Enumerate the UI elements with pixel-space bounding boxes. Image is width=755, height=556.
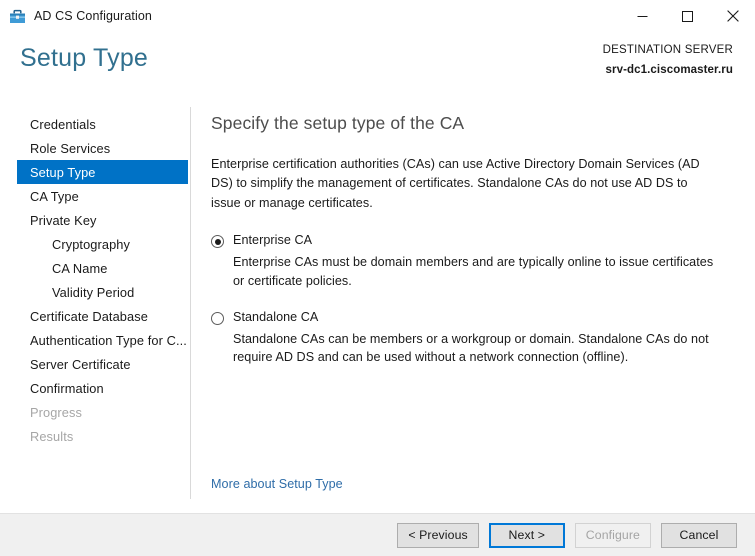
option-standalone-ca-label: Standalone CA (233, 310, 318, 326)
sidebar-item-results: Results (0, 424, 188, 448)
adcs-config-icon (9, 8, 26, 25)
sidebar-item-label: Certificate Database (30, 309, 148, 324)
page-header: Setup Type DESTINATION SERVER srv-dc1.ci… (0, 32, 755, 105)
sidebar-item-validity-period[interactable]: Validity Period (0, 280, 188, 304)
sidebar-item-setup-type[interactable]: Setup Type (17, 160, 188, 184)
sidebar-item-label: Confirmation (30, 381, 104, 396)
sidebar-item-progress: Progress (0, 400, 188, 424)
sidebar-item-label: CA Type (30, 189, 79, 204)
wizard-footer: < Previous Next > Configure Cancel (0, 513, 755, 556)
option-enterprise-ca[interactable]: Enterprise CA Enterprise CAs must be dom… (211, 233, 725, 291)
next-button[interactable]: Next > (489, 523, 565, 548)
sidebar-item-label: Private Key (30, 213, 97, 228)
sidebar-item-label: Role Services (30, 141, 110, 156)
page-title: Setup Type (20, 45, 148, 73)
window-title: AD CS Configuration (34, 9, 152, 23)
sidebar-item-role-services[interactable]: Role Services (0, 136, 188, 160)
sidebar-item-label: Credentials (30, 117, 96, 132)
sidebar-item-credentials[interactable]: Credentials (0, 112, 188, 136)
sidebar-item-ca-name[interactable]: CA Name (0, 256, 188, 280)
body-area: Credentials Role Services Setup Type CA … (0, 105, 755, 513)
minimize-icon[interactable] (620, 0, 665, 32)
content-description: Enterprise certification authorities (CA… (211, 155, 716, 214)
sidebar-item-private-key[interactable]: Private Key (0, 208, 188, 232)
window-controls (620, 0, 755, 32)
sidebar-item-authentication-type[interactable]: Authentication Type for C... (0, 328, 188, 352)
option-enterprise-ca-label: Enterprise CA (233, 233, 312, 249)
sidebar-item-label: Authentication Type for C... (30, 333, 187, 348)
sidebar-item-certificate-database[interactable]: Certificate Database (0, 304, 188, 328)
sidebar-item-label: Cryptography (52, 237, 130, 252)
ad-cs-configuration-window: AD CS Configuration Setup Type (0, 0, 755, 556)
more-about-setup-type-link[interactable]: More about Setup Type (211, 477, 343, 491)
content-heading: Specify the setup type of the CA (211, 112, 725, 135)
destination-server-block: DESTINATION SERVER srv-dc1.ciscomaster.r… (603, 42, 733, 80)
maximize-icon[interactable] (665, 0, 710, 32)
sidebar-item-server-certificate[interactable]: Server Certificate (0, 352, 188, 376)
destination-server-label: DESTINATION SERVER (603, 42, 733, 59)
close-icon[interactable] (710, 0, 755, 32)
previous-button[interactable]: < Previous (397, 523, 478, 548)
sidebar-item-label: Results (30, 429, 73, 444)
sidebar-item-label: Setup Type (30, 165, 96, 180)
option-standalone-ca-description: Standalone CAs can be members or a workg… (233, 330, 723, 368)
sidebar-item-cryptography[interactable]: Cryptography (0, 232, 188, 256)
radio-enterprise-ca[interactable] (211, 235, 224, 248)
title-bar: AD CS Configuration (0, 0, 755, 32)
configure-button: Configure (575, 523, 651, 548)
setup-type-radio-group: Enterprise CA Enterprise CAs must be dom… (211, 233, 725, 367)
sidebar-item-label: Progress (30, 405, 82, 420)
sidebar-item-ca-type[interactable]: CA Type (0, 184, 188, 208)
option-standalone-ca[interactable]: Standalone CA Standalone CAs can be memb… (211, 310, 725, 368)
option-standalone-ca-row[interactable]: Standalone CA (211, 310, 725, 326)
option-enterprise-ca-description: Enterprise CAs must be domain members an… (233, 253, 723, 291)
cancel-button[interactable]: Cancel (661, 523, 737, 548)
wizard-step-sidebar: Credentials Role Services Setup Type CA … (0, 105, 191, 513)
destination-server-name: srv-dc1.ciscomaster.ru (603, 61, 733, 79)
main-content: Specify the setup type of the CA Enterpr… (191, 105, 755, 513)
radio-standalone-ca[interactable] (211, 312, 224, 325)
option-enterprise-ca-row[interactable]: Enterprise CA (211, 233, 725, 249)
sidebar-item-label: CA Name (52, 261, 107, 276)
sidebar-item-confirmation[interactable]: Confirmation (0, 376, 188, 400)
sidebar-item-label: Server Certificate (30, 357, 131, 372)
sidebar-item-label: Validity Period (52, 285, 134, 300)
